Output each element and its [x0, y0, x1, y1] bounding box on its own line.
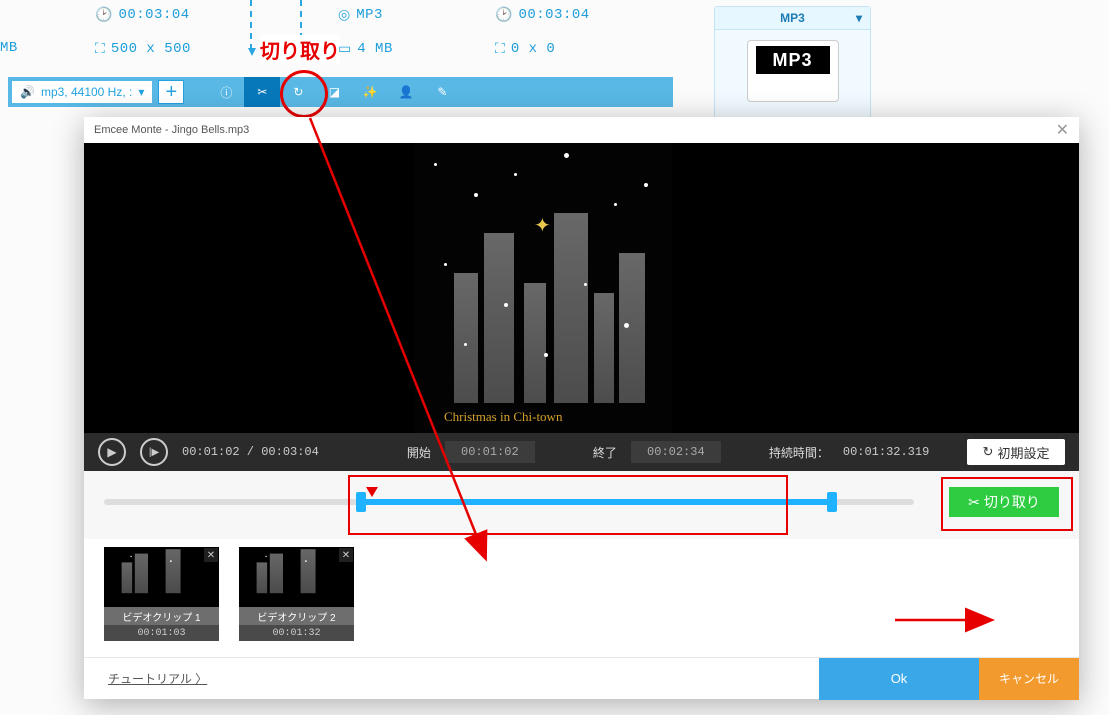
- tutorial-link[interactable]: チュートリアル: [108, 670, 207, 687]
- ok-button[interactable]: Ok: [819, 658, 979, 700]
- clip-item[interactable]: ✕ ビデオクリップ 2 00:01:32: [239, 547, 354, 641]
- file-icon: [338, 40, 351, 57]
- audio-info-text: mp3, 44100 Hz, :: [41, 85, 132, 99]
- reset-button[interactable]: 初期設定: [967, 439, 1065, 465]
- mp3-badge-icon: MP3: [747, 40, 839, 102]
- cut-button[interactable]: ✂: [244, 77, 280, 107]
- dimensions-icon: [95, 40, 105, 57]
- playback-position: 00:01:02 / 00:03:04: [182, 445, 319, 459]
- play-button[interactable]: ▶: [98, 438, 126, 466]
- timeline-area: 切り取り: [84, 471, 1079, 539]
- clock-icon: [95, 6, 112, 23]
- speaker-icon: 🔊: [20, 85, 35, 99]
- mp3-badge-text: MP3: [756, 46, 830, 74]
- watermark-button[interactable]: 👤: [388, 77, 424, 107]
- dashed-arrow-icon: [250, 0, 252, 50]
- close-button[interactable]: ✕: [1056, 120, 1069, 140]
- file-info-region: 00:03:04 500 x 500 MB 切り取り MP3 4 MB 00:0…: [0, 0, 683, 110]
- format-out: MP3: [338, 6, 383, 23]
- scene-caption: Christmas in Chi-town: [444, 409, 562, 425]
- duration-right: 00:03:04: [495, 6, 590, 23]
- audio-info-button[interactable]: 🔊 mp3, 44100 Hz, : ▾: [12, 81, 152, 103]
- preview-frame: ✦ Christmas in Chi-town: [414, 143, 672, 433]
- caret-down-icon: ▾: [138, 85, 144, 99]
- cut-dialog: Emcee Monte - Jingo Bells.mp3 ✕ ✦: [84, 117, 1079, 699]
- mb-left: MB: [0, 40, 18, 56]
- end-label: 終了: [593, 444, 617, 461]
- add-button[interactable]: +: [158, 80, 184, 104]
- preview-area: ✦ Christmas in Chi-town: [84, 143, 1079, 433]
- dialog-footer: チュートリアル Ok キャンセル: [84, 657, 1079, 699]
- dialog-title-text: Emcee Monte - Jingo Bells.mp3: [94, 124, 249, 136]
- duration-left: 00:03:04: [95, 6, 190, 23]
- info-button[interactable]: ⓘ: [208, 77, 244, 107]
- duration-label: 持続時間：: [769, 444, 829, 461]
- clip-label: ビデオクリップ 2: [239, 607, 354, 625]
- clip-thumbnail: ✕: [239, 547, 354, 607]
- playback-controls: ▶ |▶ 00:01:02 / 00:03:04 開始 00:01:02 終了 …: [84, 433, 1079, 471]
- clip-list: ✕ ビデオクリップ 1 00:01:03 ✕ ビデオクリップ 2 00:01:3…: [104, 547, 354, 641]
- step-button[interactable]: |▶: [140, 438, 168, 466]
- dimensions-icon: [495, 40, 505, 57]
- effects-button[interactable]: ✨: [352, 77, 388, 107]
- start-label: 開始: [407, 444, 431, 461]
- end-time-input[interactable]: 00:02:34: [631, 441, 721, 463]
- highlight-box-annotation: [348, 475, 788, 535]
- delete-clip-button[interactable]: ✕: [204, 548, 218, 562]
- clip-time: 00:01:03: [104, 625, 219, 641]
- subtitle-button[interactable]: ✎: [424, 77, 460, 107]
- clip-item[interactable]: ✕ ビデオクリップ 1 00:01:03: [104, 547, 219, 641]
- dimensions-left: 500 x 500: [95, 40, 191, 57]
- toolbar: 🔊 mp3, 44100 Hz, : ▾ + ⓘ ✂ ↻ ◪ ✨ 👤 ✎: [8, 77, 673, 107]
- delete-clip-button[interactable]: ✕: [339, 548, 353, 562]
- start-time-input[interactable]: 00:01:02: [445, 441, 535, 463]
- output-format-header[interactable]: MP3: [715, 7, 870, 30]
- clip-label: ビデオクリップ 1: [104, 607, 219, 625]
- clock-icon: [495, 6, 512, 23]
- dialog-titlebar: Emcee Monte - Jingo Bells.mp3 ✕: [84, 117, 1079, 143]
- star-icon: ✦: [534, 213, 551, 238]
- dimensions-right: 0 x 0: [495, 40, 555, 57]
- cancel-button[interactable]: キャンセル: [979, 658, 1079, 700]
- clip-thumbnail: ✕: [104, 547, 219, 607]
- format-icon: [338, 6, 350, 23]
- highlight-circle-annotation: [280, 70, 328, 118]
- size-out: 4 MB: [338, 40, 393, 57]
- duration-value: 00:01:32.319: [843, 445, 929, 459]
- clip-time: 00:01:32: [239, 625, 354, 641]
- end-handle[interactable]: [827, 492, 837, 512]
- highlight-box-annotation: [941, 477, 1073, 531]
- cut-annotation: 切り取り: [260, 35, 340, 64]
